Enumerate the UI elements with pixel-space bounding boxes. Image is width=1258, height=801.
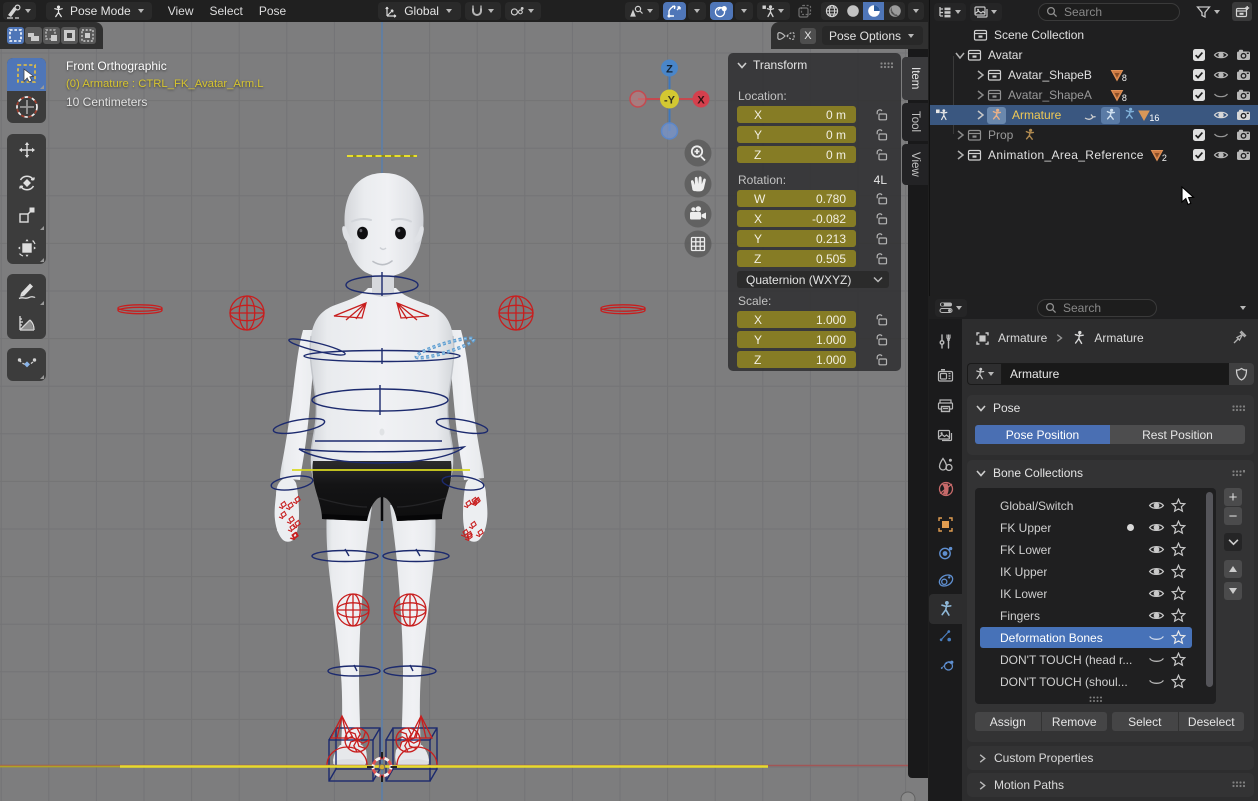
svg-text:X: X xyxy=(697,95,705,107)
svg-text:Z: Z xyxy=(666,64,673,76)
svg-text:-Y: -Y xyxy=(664,95,676,107)
